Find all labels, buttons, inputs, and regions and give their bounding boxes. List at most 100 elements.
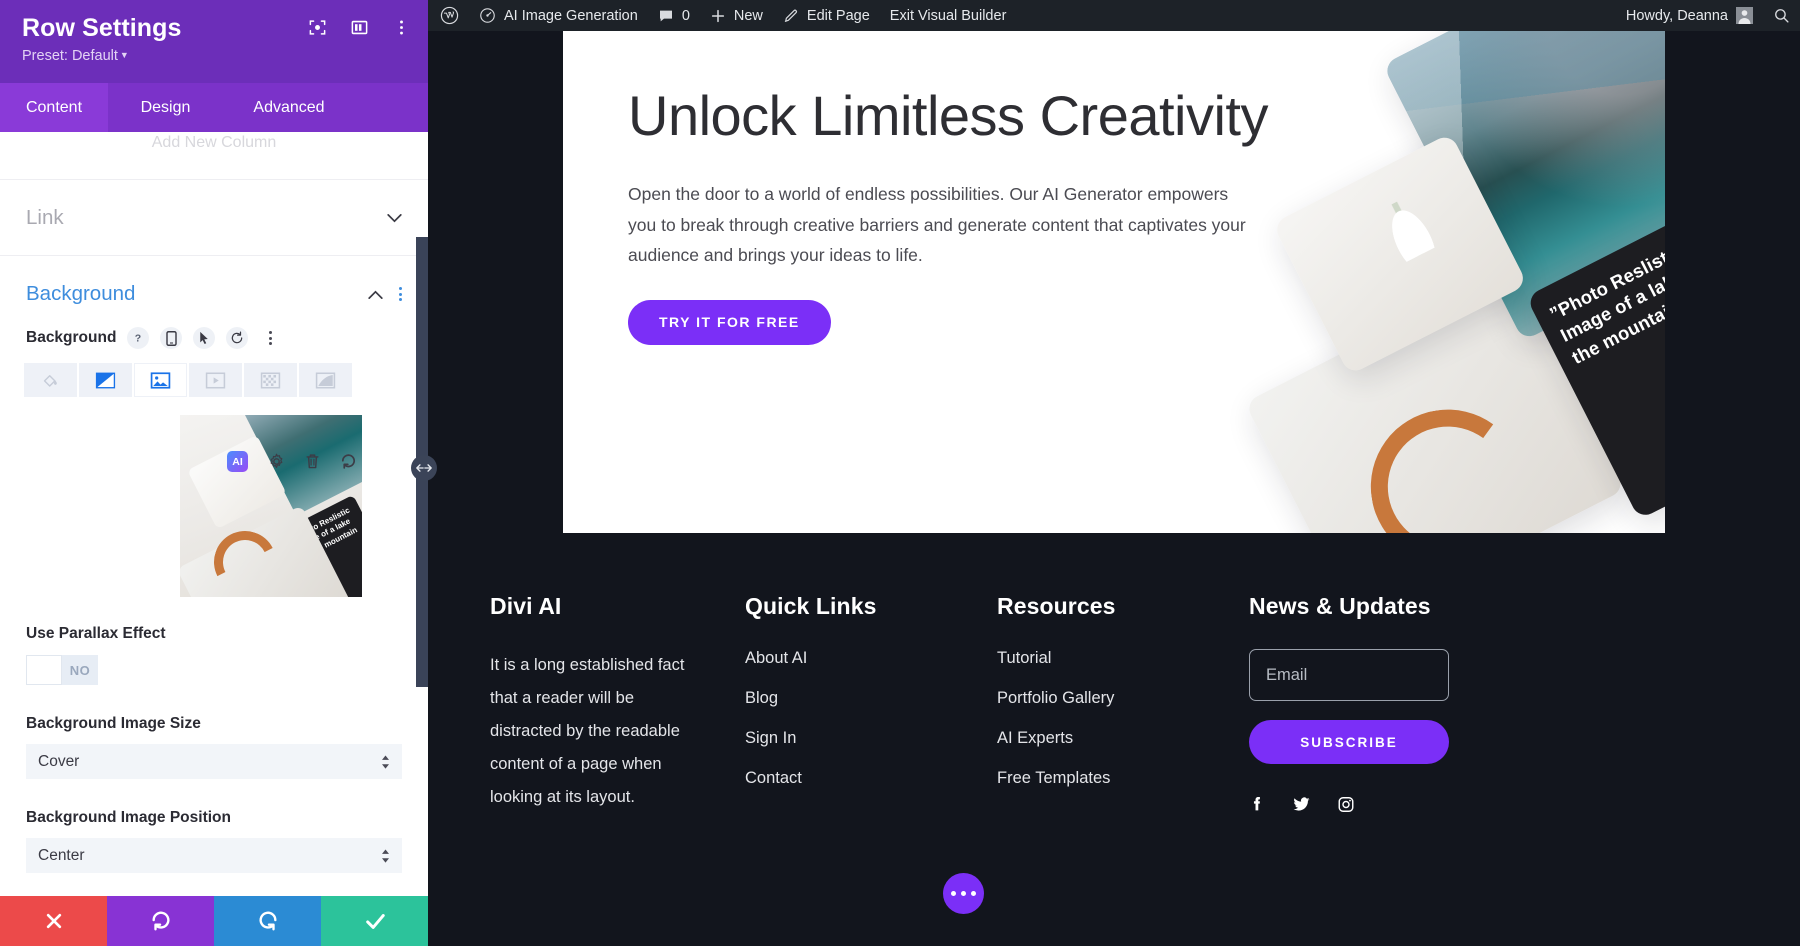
comments-menu[interactable]: 0: [648, 0, 700, 31]
hero-heading: Unlock Limitless Creativity: [628, 84, 1269, 147]
parallax-toggle[interactable]: NO: [26, 655, 98, 685]
section-background[interactable]: Background: [0, 256, 428, 331]
undo-button[interactable]: [107, 896, 214, 946]
resources-list: Tutorial Portfolio Gallery AI Experts Fr…: [997, 649, 1249, 788]
background-video-tab[interactable]: [189, 363, 242, 397]
background-image-actions: AI: [180, 451, 404, 472]
hero-paragraph: Open the door to a world of endless poss…: [628, 184, 1246, 265]
site-name-menu[interactable]: AI Image Generation: [469, 0, 648, 31]
list-item[interactable]: Contact: [745, 769, 997, 788]
list-item[interactable]: Tutorial: [997, 649, 1249, 668]
edit-page-label: Edit Page: [806, 7, 870, 24]
save-button[interactable]: [321, 896, 428, 946]
section-link[interactable]: Link: [0, 180, 428, 255]
chevron-up-icon[interactable]: [368, 290, 383, 299]
twitter-icon[interactable]: [1292, 794, 1311, 814]
hero-text-block: Unlock Limitless Creativity Open the doo…: [628, 84, 1269, 345]
redo-icon: [259, 911, 277, 931]
background-gradient-tab[interactable]: [79, 363, 132, 397]
settings-tabs: Content Design Advanced: [0, 83, 428, 132]
list-item[interactable]: Portfolio Gallery: [997, 689, 1249, 708]
more-options-icon[interactable]: [390, 16, 412, 38]
hover-icon[interactable]: [193, 327, 216, 349]
image-position-label: Background Image Position: [26, 809, 231, 826]
social-links: [1249, 794, 1539, 814]
wordpress-logo-button[interactable]: [428, 0, 469, 31]
help-icon[interactable]: ?: [127, 327, 150, 349]
image-position-value: Center: [38, 846, 85, 864]
search-button[interactable]: [1763, 0, 1800, 31]
settings-panel-footer: [0, 896, 428, 946]
wp-admin-bar: AI Image Generation 0 New Edit Page Exit…: [428, 0, 1800, 31]
background-field-row: Background ?: [0, 327, 428, 349]
image-position-select-wrap: Center: [0, 838, 428, 873]
more-options-icon[interactable]: [399, 287, 402, 301]
instagram-icon[interactable]: [1337, 794, 1355, 814]
comment-bubble-icon: [659, 10, 672, 21]
reset-icon[interactable]: [226, 327, 249, 349]
focus-icon[interactable]: [306, 16, 328, 38]
wordpress-icon: [440, 6, 459, 25]
footer-heading-resources: Resources: [997, 593, 1116, 619]
responsive-icon[interactable]: [160, 327, 183, 349]
background-color-tab[interactable]: [24, 363, 77, 397]
add-new-column-label[interactable]: Add New Column: [0, 132, 428, 158]
list-item[interactable]: Blog: [745, 689, 997, 708]
undo-icon[interactable]: [340, 453, 357, 470]
settings-panel-header: Row Settings Preset: Default ▼: [0, 0, 428, 83]
parallax-value: NO: [69, 662, 91, 678]
list-item[interactable]: About AI: [745, 649, 997, 668]
settings-header-actions: [306, 16, 412, 38]
plus-icon: [711, 9, 724, 22]
parallax-toggle-wrap: NO: [0, 655, 428, 685]
exit-visual-builder-button[interactable]: Exit Visual Builder: [880, 0, 1017, 31]
quick-links-list: About AI Blog Sign In Contact: [745, 649, 997, 788]
settings-scroll-area: Add New Column Link Background Backgroun…: [0, 132, 428, 946]
layout-icon[interactable]: [348, 16, 370, 38]
background-image-preview-wrap: ”Photo Reslistic Image of a lake in the …: [180, 415, 404, 597]
page-settings-fab-button[interactable]: [943, 873, 984, 914]
email-field[interactable]: [1249, 649, 1449, 701]
list-item[interactable]: AI Experts: [997, 729, 1249, 748]
background-type-tabs: [0, 363, 428, 397]
chevron-updown-icon: [381, 754, 390, 769]
new-content-menu[interactable]: New: [700, 0, 773, 31]
chevron-down-icon: ▼: [119, 49, 129, 60]
background-field-label: Background: [26, 329, 117, 346]
background-image-tab[interactable]: [134, 363, 187, 397]
image-size-value: Cover: [38, 752, 80, 770]
exit-visual-builder-label: Exit Visual Builder: [889, 7, 1007, 24]
try-it-for-free-button[interactable]: TRY IT FOR FREE: [628, 299, 831, 345]
chevron-down-icon[interactable]: [387, 213, 402, 223]
delete-icon[interactable]: [305, 453, 320, 470]
ai-icon[interactable]: AI: [227, 451, 248, 472]
redo-button[interactable]: [214, 896, 321, 946]
check-icon: [365, 914, 385, 929]
tab-advanced[interactable]: Advanced: [223, 83, 355, 132]
preset-selector[interactable]: Preset: Default ▼: [22, 48, 406, 64]
background-image-preview[interactable]: ”Photo Reslistic Image of a lake in the …: [180, 415, 362, 597]
image-size-select[interactable]: Cover: [26, 744, 402, 779]
tab-design[interactable]: Design: [108, 83, 223, 132]
chevron-updown-icon: [381, 848, 390, 863]
background-mask-tab[interactable]: [299, 363, 352, 397]
cancel-button[interactable]: [0, 896, 107, 946]
subscribe-button[interactable]: SUBSCRIBE: [1249, 720, 1449, 764]
panel-resize-handle[interactable]: [411, 455, 437, 481]
facebook-icon[interactable]: [1249, 794, 1266, 814]
more-options-icon[interactable]: [259, 327, 281, 349]
image-position-select[interactable]: Center: [26, 838, 402, 873]
user-avatar-icon: [1738, 10, 1751, 24]
site-name-label: AI Image Generation: [504, 7, 638, 24]
tab-content[interactable]: Content: [0, 83, 108, 132]
dot: [971, 891, 976, 896]
site-footer: Divi AI It is a long established fact th…: [428, 533, 1800, 946]
pencil-icon: [784, 9, 797, 22]
list-item[interactable]: Sign In: [745, 729, 997, 748]
account-menu[interactable]: Howdy, Deanna: [1616, 0, 1763, 31]
list-item[interactable]: Free Templates: [997, 769, 1249, 788]
edit-page-menu[interactable]: Edit Page: [773, 0, 880, 31]
settings-gear-icon[interactable]: [268, 453, 285, 470]
toggle-knob: [26, 655, 62, 685]
background-pattern-tab[interactable]: [244, 363, 297, 397]
